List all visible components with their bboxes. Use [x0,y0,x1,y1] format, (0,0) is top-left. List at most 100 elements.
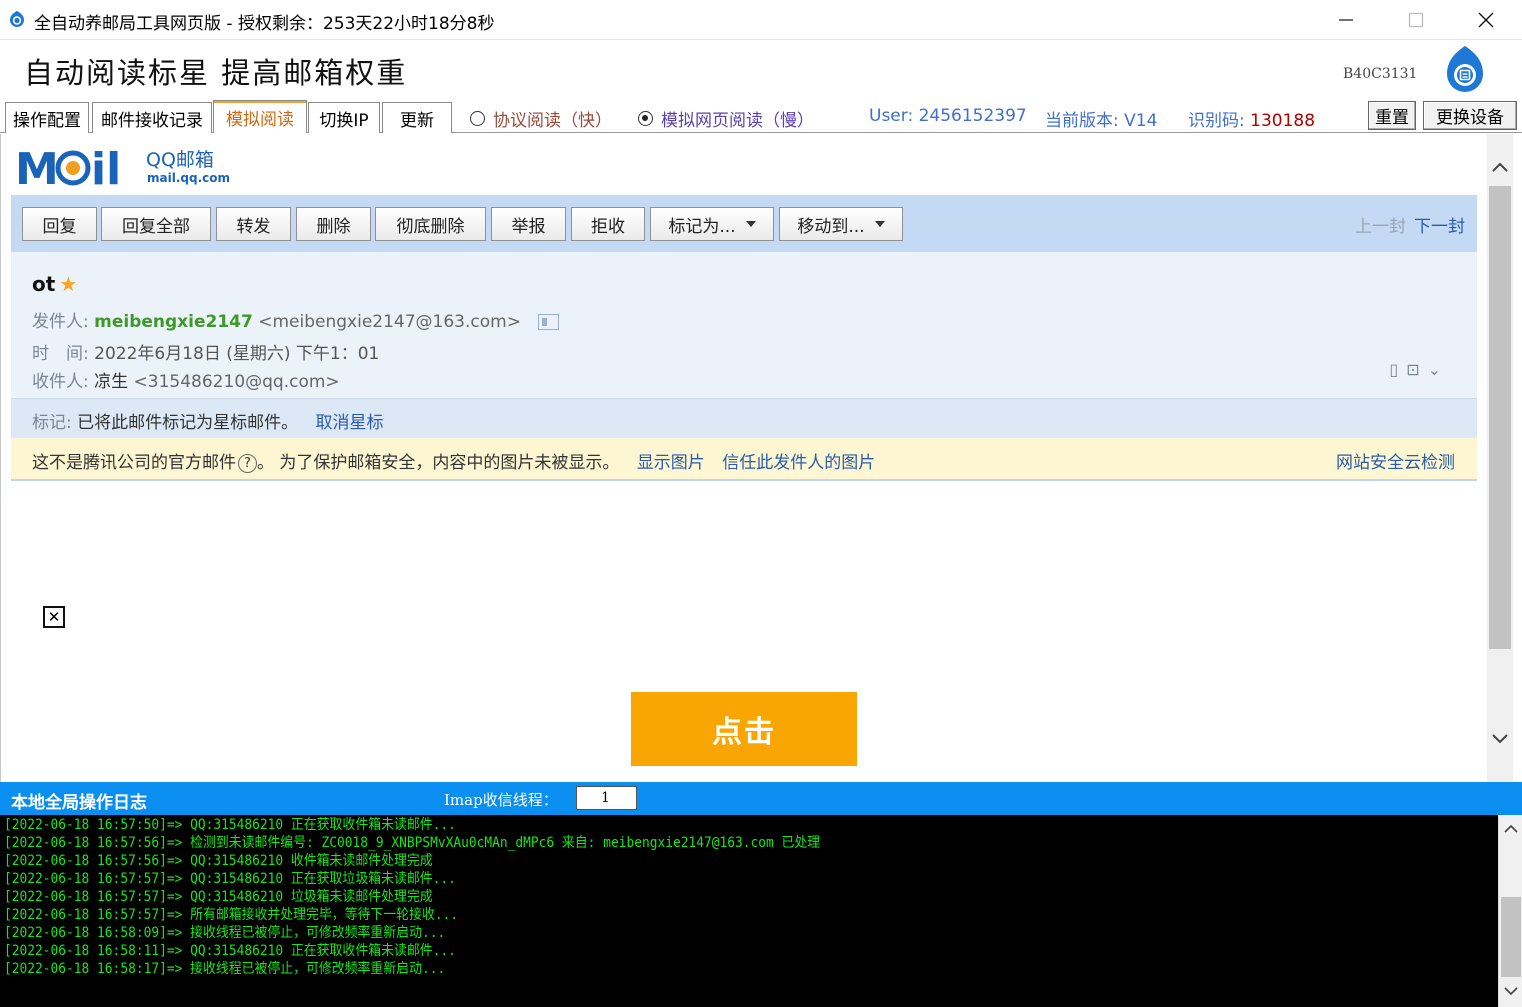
mark-as-label: 标记为... [668,216,736,237]
log-scrollbar[interactable] [1498,815,1522,1007]
log-title: 本地全局操作日志 [11,793,147,813]
help-icon[interactable]: ? [238,453,257,473]
title-bar: 全自动养邮局工具网页版 - 授权剩余：253天22小时18分8秒 [0,0,1522,40]
close-button[interactable] [1451,0,1521,40]
note-icon[interactable]: ▯ [1389,360,1406,379]
machine-code: B40C3131 [1343,66,1418,82]
reply-button[interactable]: 回复 [22,207,97,241]
scroll-up-icon[interactable] [1487,152,1513,182]
move-to-label: 移动到... [797,216,865,237]
scrollbar-thumb[interactable] [1501,897,1521,977]
radio-web-read[interactable]: 模拟网页阅读（慢） [638,106,814,131]
mail-pager: 上一封 下一封 [1355,212,1465,237]
warning-text: 这不是腾讯公司的官方邮件 [32,453,236,473]
recipient-name[interactable]: 凉生 [94,372,128,392]
show-images-link[interactable]: 显示图片 [637,453,705,473]
svg-text:il: il [91,144,121,190]
tab-strip: 操作配置 邮件接收记录 模拟阅读 切换IP 更新 协议阅读（快） 模拟网页阅读（… [0,100,1522,133]
reset-button[interactable]: 重置 [1368,101,1416,130]
mark-text: 已将此邮件标记为星标邮件。 [77,413,299,433]
scroll-down-icon[interactable] [1487,724,1513,754]
change-device-button[interactable]: 更换设备 [1423,101,1517,130]
version: 当前版本: V14 [1045,111,1158,131]
scroll-up-icon[interactable] [1499,817,1522,841]
chevron-down-icon [874,221,885,227]
app-logo-icon [1447,46,1483,92]
scroll-down-icon[interactable] [1499,979,1522,1003]
save-icon[interactable]: ⊡ [1406,360,1427,379]
tab-switch-ip[interactable]: 切换IP [308,102,380,133]
next-mail-link[interactable]: 下一封 [1414,217,1465,237]
expand-icon[interactable]: ⌄ [1428,360,1449,379]
tab-simulated-read[interactable]: 模拟阅读 [213,100,307,133]
log-console: [2022-06-18 16:57:50]=> QQ:315486210 正在获… [0,815,1498,1007]
log-line: [2022-06-18 16:57:50]=> QQ:315486210 正在获… [4,817,456,833]
forward-button[interactable]: 转发 [216,207,291,241]
log-line: [2022-06-18 16:57:56]=> 检测到未读邮件编号: ZC001… [4,835,821,851]
mail-scrollbar[interactable] [1487,134,1513,782]
scrollbar-thumb[interactable] [1489,186,1511,649]
unstar-link[interactable]: 取消星标 [316,413,384,433]
mail-header: ot ★ 发件人: meibengxie2147 <meibengxie2147@… [11,252,1477,398]
radio-protocol-read[interactable]: 协议阅读（快） [470,106,612,131]
radio-label: 模拟网页阅读（慢） [661,111,814,131]
radio-label: 协议阅读（快） [493,111,612,131]
qqmail-logo: M il QQ邮箱 mail.qq.com [15,144,230,195]
reject-button[interactable]: 拒收 [571,207,645,241]
log-line: [2022-06-18 16:58:09]=> 接收线程已被停止，可修改频率重新… [4,925,446,941]
maximize-button[interactable] [1381,0,1451,40]
sender-name[interactable]: meibengxie2147 [94,312,253,332]
report-button[interactable]: 举报 [491,207,566,241]
mail-webview: M il QQ邮箱 mail.qq.com 回复 回复全部 转发 删除 彻底删除… [0,134,1522,782]
trust-sender-images-link[interactable]: 信任此发件人的图片 [722,453,875,473]
header-actions: ▯⊡⌄ [1389,360,1449,379]
identification-value: 130188 [1250,111,1316,131]
minimize-icon [1339,19,1353,21]
recipient-row: 收件人: 凉生 <315486210@qq.com> [32,367,340,392]
star-icon[interactable]: ★ [59,272,77,296]
time-value: 2022年6月18日 (星期六) 下午1：01 [94,344,380,364]
reply-all-button[interactable]: 回复全部 [101,207,211,241]
imap-threads-input[interactable] [576,786,637,810]
delete-permanently-button[interactable]: 彻底删除 [375,207,486,241]
maximize-icon [1408,12,1424,28]
security-warning-bar: 这不是腾讯公司的官方邮件?。 为了保护邮箱安全，内容中的图片未被显示。 显示图片… [11,438,1477,481]
identification-label: 识别码: [1188,111,1251,131]
security-check-link[interactable]: 网站安全云检测 [1336,448,1455,473]
tab-mail-records[interactable]: 邮件接收记录 [92,102,212,133]
click-button[interactable]: 点击 [631,692,857,766]
log-line: [2022-06-18 16:57:57]=> 所有邮箱接收并处理完毕，等待下一… [4,907,459,923]
recipient-label: 收件人: [32,372,89,392]
app-icon [10,11,24,27]
sender-label: 发件人: [32,312,89,332]
star-mark-bar: 标记: 已将此邮件标记为星标邮件。 取消星标 [11,398,1477,438]
mail-toolbar: 回复 回复全部 转发 删除 彻底删除 举报 拒收 标记为... 移动到... 上… [11,195,1477,252]
log-line: [2022-06-18 16:58:11]=> QQ:315486210 正在获… [4,943,456,959]
time-label: 时 间: [32,344,89,364]
broken-image-icon: ✕ [43,606,65,628]
window-title: 全自动养邮局工具网页版 - 授权剩余：253天22小时18分8秒 [34,14,495,34]
mark-as-dropdown[interactable]: 标记为... [650,207,774,241]
log-line: [2022-06-18 16:57:57]=> QQ:315486210 正在获… [4,871,456,887]
qqmail-logo-icon: M il QQ邮箱 mail.qq.com [15,144,230,195]
contact-card-icon[interactable] [538,314,560,330]
identification-code: 识别码: 130188 [1188,106,1315,131]
subject-text: ot [32,272,56,296]
sender-address: <meibengxie2147@163.com> [258,312,521,332]
minimize-button[interactable] [1311,0,1381,40]
prev-mail-link[interactable]: 上一封 [1355,217,1406,237]
banner-slogan: 自动阅读标星 提高邮箱权重 [24,56,408,90]
mark-label: 标记: [32,413,72,433]
log-line: [2022-06-18 16:58:17]=> 接收线程已被停止，可修改频率重新… [4,961,446,977]
warning-text-2: 。 为了保护邮箱安全，内容中的图片未被显示。 [257,453,620,473]
tab-config[interactable]: 操作配置 [5,102,89,133]
close-icon [1478,12,1494,28]
mail-subject: ot ★ [32,272,77,296]
move-to-dropdown[interactable]: 移动到... [779,207,903,241]
delete-button[interactable]: 删除 [296,207,371,241]
tab-update[interactable]: 更新 [382,102,452,133]
log-line: [2022-06-18 16:57:57]=> QQ:315486210 垃圾箱… [4,889,433,905]
chevron-down-icon [745,221,756,227]
time-row: 时 间: 2022年6月18日 (星期六) 下午1：01 [32,339,379,364]
imap-threads-label: Imap收信线程： [444,791,558,809]
